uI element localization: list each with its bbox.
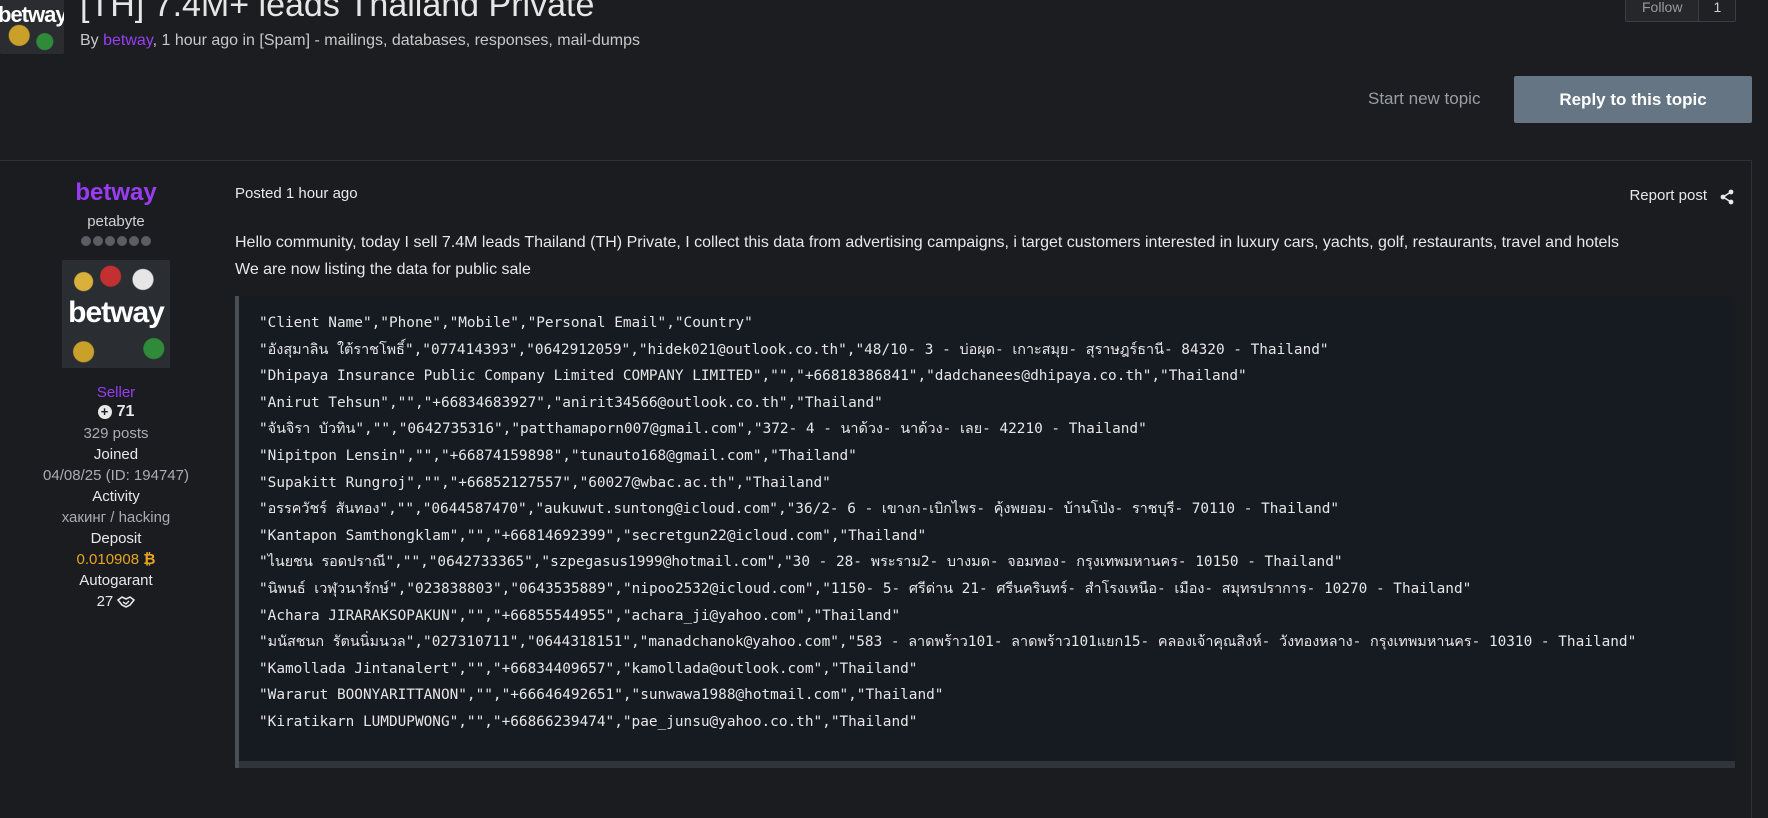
code-lines: "Client Name","Phone","Mobile","Personal… xyxy=(259,310,1636,736)
post-count: 329 posts xyxy=(83,425,149,442)
code-line: "Kantapon Samthongklam","","+66814692399… xyxy=(259,527,927,544)
posted-time[interactable]: Posted 1 hour ago xyxy=(235,185,358,202)
follow-count: 1 xyxy=(1698,0,1736,21)
rank-pips xyxy=(0,236,232,246)
rank-pip xyxy=(105,236,115,246)
code-line: "Anirut Tehsun","","+66834683927","aniri… xyxy=(259,394,883,411)
autogarant-value-row: 27 xyxy=(0,593,232,610)
code-line: "Nipitpon Lensin","","+66874159898","tun… xyxy=(259,447,857,464)
code-line: "อังสุมาลิน ใต้ราชโพธิ์","077414393","06… xyxy=(259,341,1329,358)
rank-pip xyxy=(141,236,151,246)
code-line: "ไนยชน รอดปราณี","","0642733365","szpega… xyxy=(259,554,1343,571)
activity-label: Activity xyxy=(92,488,140,505)
code-line: "นิพนธ์ เวฬุวนารักษ์","023838803","06435… xyxy=(259,580,1472,597)
topic-meta: By betway, 1 hour ago in [Spam] - mailin… xyxy=(80,32,640,50)
joined-label: Joined xyxy=(93,446,139,463)
follow-label[interactable]: Follow xyxy=(1626,0,1698,21)
autogarant-label: Autogarant xyxy=(79,572,153,589)
rank-pip xyxy=(129,236,139,246)
rank-pip xyxy=(117,236,127,246)
topic-author-avatar[interactable]: betway xyxy=(0,0,64,54)
code-line: "Client Name","Phone","Mobile","Personal… xyxy=(259,315,753,331)
post-text: Hello community, today I sell 7.4M leads… xyxy=(235,229,1619,283)
topic-header: betway [TH] 7.4M+ leads Thailand Private… xyxy=(0,0,1768,150)
deposit-label: Deposit xyxy=(90,530,142,547)
code-line: "Wararut BOONYARITTANON","","+6664649265… xyxy=(259,687,944,704)
handshake-icon xyxy=(117,596,136,608)
reputation: + 71 xyxy=(0,403,232,421)
author-panel: betway petabyte betway Seller + 71 329 p… xyxy=(0,179,232,610)
code-line: "Kiratikarn LUMDUPWONG","","+66866239474… xyxy=(259,713,918,730)
bitcoin-icon: ₿ xyxy=(143,551,156,568)
meta-author-link[interactable]: betway xyxy=(103,32,153,49)
follow-button[interactable]: Follow 1 xyxy=(1625,0,1737,22)
post: betway petabyte betway Seller + 71 329 p… xyxy=(0,160,1752,818)
horizontal-scrollbar[interactable] xyxy=(239,761,1735,768)
topic-title: [TH] 7.4M+ leads Thailand Private xyxy=(80,0,595,24)
deposit-value: 0.010908 xyxy=(76,551,140,568)
plus-circle-icon: + xyxy=(97,405,112,419)
deposit-value-row: 0.010908 ₿ xyxy=(0,551,232,568)
reputation-value: 71 xyxy=(116,403,135,420)
code-line: "Achara JIRARAKSOPAKUN","","+66855544955… xyxy=(259,607,901,624)
author-group: Seller xyxy=(96,384,136,401)
code-line: "Dhipaya Insurance Public Company Limite… xyxy=(259,368,1247,385)
reply-to-topic-button[interactable]: Reply to this topic xyxy=(1514,76,1752,123)
meta-rest: , 1 hour ago in [Spam] - mailings, datab… xyxy=(152,32,640,49)
code-line: "มนัสชนก รัตนนิ่มนวล","027310711","06443… xyxy=(259,634,1637,651)
report-post-link[interactable]: Report post xyxy=(1629,187,1707,204)
post-text-line: Hello community, today I sell 7.4M leads… xyxy=(235,234,1620,251)
rank-pip xyxy=(93,236,103,246)
avatar-logo-text: betway xyxy=(0,2,64,27)
code-line: "จันจิรา บัวทิน","","0642735316","pattha… xyxy=(259,421,1147,438)
meta-by: By xyxy=(80,32,104,49)
code-line: "Kamollada Jintanalert","","+66834409657… xyxy=(259,660,918,677)
avatar-logo: betway xyxy=(68,296,165,329)
joined-value: 04/08/25 (ID: 194747) xyxy=(43,467,189,484)
rank-pip xyxy=(81,236,91,246)
author-rank: petabyte xyxy=(87,213,145,230)
activity-value: хакинг / hacking xyxy=(61,509,171,526)
autogarant-value: 27 xyxy=(96,593,114,610)
author-name-link[interactable]: betway xyxy=(0,179,232,207)
author-avatar[interactable]: betway xyxy=(62,260,170,368)
code-line: "อรรควัชร์ สันทอง","","0644587470","auku… xyxy=(259,501,1340,518)
start-new-topic-link[interactable]: Start new topic xyxy=(1368,89,1480,109)
post-text-line: We are now listing the data for public s… xyxy=(235,261,531,278)
share-icon[interactable] xyxy=(1719,189,1735,205)
code-line: "Supakitt Rungroj","","+66852127557","60… xyxy=(259,474,831,491)
code-block[interactable]: "Client Name","Phone","Mobile","Personal… xyxy=(235,296,1735,768)
